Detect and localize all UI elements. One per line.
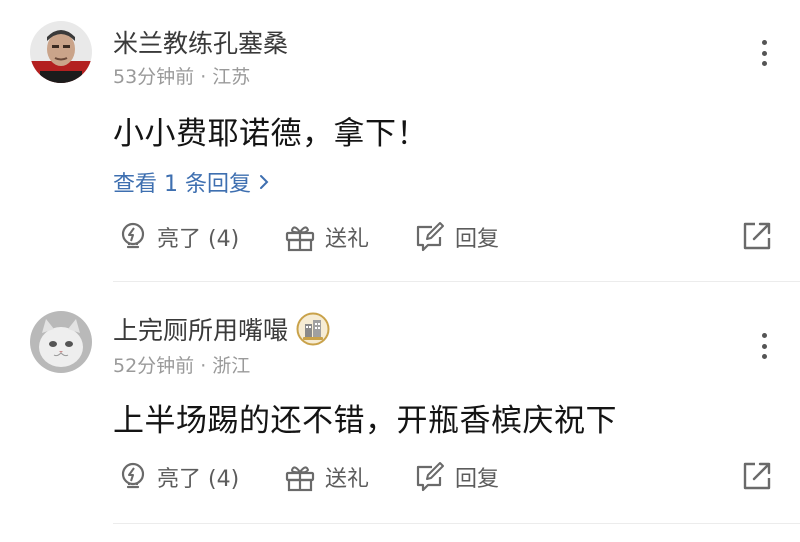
user-avatar[interactable]	[30, 311, 92, 373]
comment-divider	[113, 523, 800, 524]
meta-separator: ·	[200, 66, 207, 88]
lightbulb-icon	[121, 222, 145, 249]
comment-location: 江苏	[212, 66, 251, 88]
meta-separator: ·	[200, 355, 207, 377]
view-replies-label: 查看 1 条回复	[113, 172, 251, 197]
gift-label: 送礼	[325, 227, 370, 252]
like-button[interactable]: 亮了 (4)	[117, 217, 239, 257]
share-icon[interactable]	[740, 459, 774, 497]
gift-label: 送礼	[325, 467, 370, 492]
reply-button[interactable]: 回复	[413, 457, 499, 497]
reply-button[interactable]: 回复	[413, 217, 499, 257]
comment-location: 浙江	[212, 355, 251, 377]
comment-item: 米兰教练孔塞桑 53分钟前 · 江苏 小小费耶诺德，拿下！ 查看 1 条回复 亮了 …	[0, 0, 800, 282]
like-button[interactable]: 亮了 (4)	[117, 457, 239, 497]
comment-actions: 亮了 (4) 送礼 回复	[113, 457, 774, 497]
comment-content: 上半场踢的还不错，开瓶香槟庆祝下	[113, 403, 617, 439]
username-text: 上完厕所用嘴嘬	[113, 316, 289, 345]
white-cat-avatar-icon	[30, 311, 92, 373]
like-count-label: 亮了 (4)	[157, 467, 240, 492]
lightbulb-icon	[121, 462, 145, 489]
comment-meta: 53分钟前 · 江苏	[113, 62, 250, 89]
building-level-badge-icon	[296, 312, 330, 346]
reply-edit-icon	[416, 222, 444, 252]
view-replies-link[interactable]: 查看 1 条回复	[113, 166, 271, 198]
comment-actions: 亮了 (4) 送礼 回复	[113, 217, 774, 257]
more-options-icon[interactable]	[754, 36, 774, 70]
username-text: 米兰教练孔塞桑	[113, 29, 289, 58]
username[interactable]: 上完厕所用嘴嘬	[113, 311, 330, 347]
chevron-right-icon	[259, 175, 269, 189]
gift-icon	[285, 226, 315, 252]
reply-label: 回复	[455, 467, 500, 492]
like-count-label: 亮了 (4)	[157, 227, 240, 252]
reply-edit-icon	[416, 462, 444, 492]
username[interactable]: 米兰教练孔塞桑	[113, 24, 288, 60]
comment-time: 53分钟前	[113, 66, 195, 88]
comment-content: 小小费耶诺德，拿下！	[113, 116, 428, 152]
gift-icon	[285, 466, 315, 492]
man-portrait-avatar-icon	[30, 21, 92, 83]
gift-button[interactable]: 送礼	[283, 457, 369, 497]
gift-button[interactable]: 送礼	[283, 217, 369, 257]
share-icon[interactable]	[740, 219, 774, 257]
comment-item: 上完厕所用嘴嘬 52分钟前 · 浙江 上半场踢的还不错，开瓶香槟庆祝下 亮了 (…	[0, 283, 800, 542]
user-avatar[interactable]	[30, 21, 92, 83]
comment-divider	[113, 281, 800, 282]
reply-label: 回复	[455, 227, 500, 252]
comment-meta: 52分钟前 · 浙江	[113, 351, 250, 378]
more-options-icon[interactable]	[754, 329, 774, 363]
comment-time: 52分钟前	[113, 355, 195, 377]
